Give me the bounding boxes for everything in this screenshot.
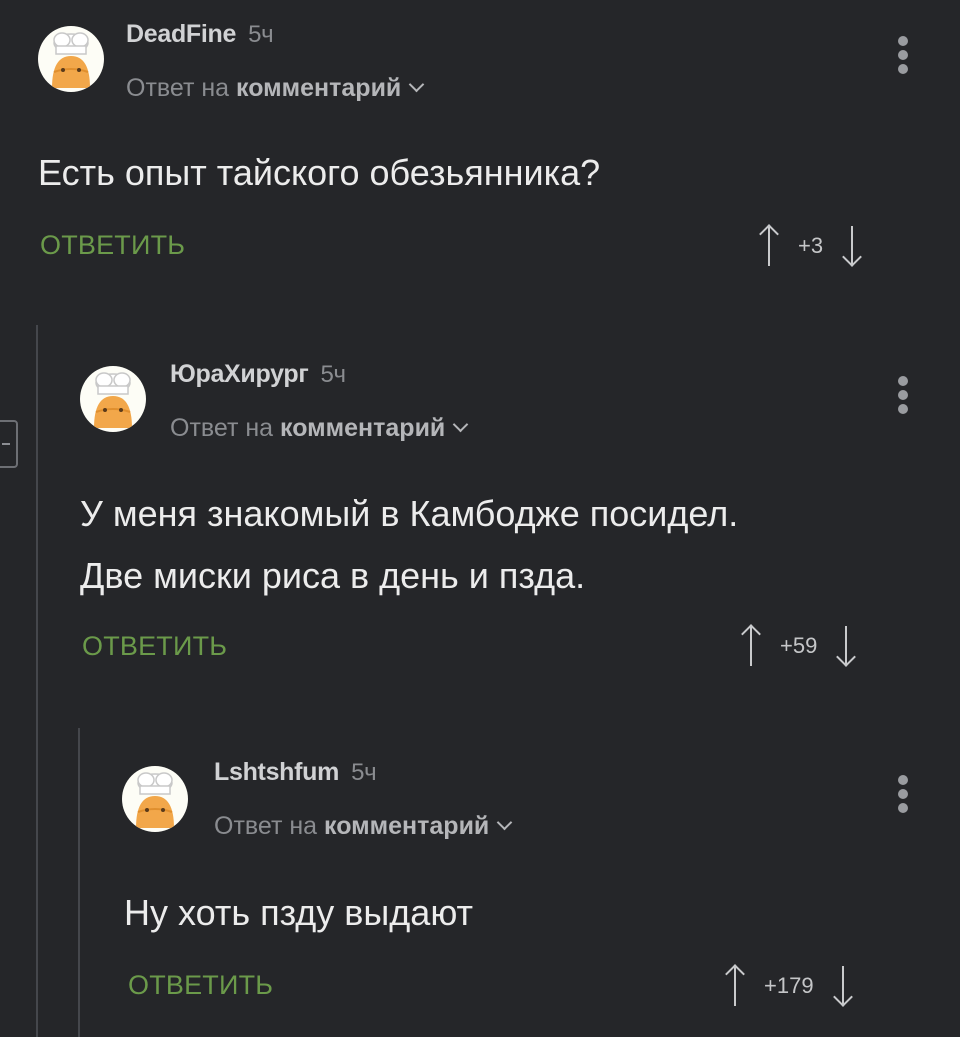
reply-to-label: Ответ на [214,812,318,840]
author-name[interactable]: Lshtshfum [214,758,339,786]
vote-controls: +179 [724,962,854,1010]
chef-avatar-icon[interactable] [38,26,104,92]
comment-time: 5ч [248,21,274,48]
comment-text-line: Ну хоть пзду выдают [124,892,474,933]
reply-to-link[interactable]: Ответ на комментарий [126,74,425,103]
thread-line-level-2 [78,728,80,1037]
chef-avatar-icon[interactable] [122,766,188,832]
vote-controls: +59 [740,622,857,670]
reply-to-label: Ответ на [170,414,274,442]
comment: DeadFine 5ч Ответ на комментарий Есть опы… [38,0,960,300]
arrow-up-icon[interactable] [758,224,780,268]
reply-button[interactable]: ОТВЕТИТЬ [128,970,273,1001]
comment-text-line: Две миски риса в день и пзда. [80,555,586,596]
arrow-up-icon[interactable] [740,624,762,668]
arrow-down-icon[interactable] [841,224,863,268]
comment-time: 5ч [320,361,347,388]
reply-button[interactable]: ОТВЕТИТЬ [82,631,227,662]
arrow-down-icon[interactable] [835,624,857,668]
collapse-thread-icon[interactable] [0,420,18,468]
chevron-down-icon[interactable] [497,814,513,831]
chef-avatar-icon[interactable] [80,366,146,432]
chevron-down-icon[interactable] [409,76,425,93]
vote-controls: +3 [758,222,863,270]
reply-to-link[interactable]: Ответ на комментарий [170,414,469,443]
comment: ЮраХирург 5ч Ответ на комментарий У меня … [80,340,960,700]
more-vertical-icon[interactable] [898,775,908,815]
comment-text: Ну хоть пзду выдают [124,882,473,944]
comment-time: 5ч [351,759,377,786]
comment-text: У меня знакомый в Камбодже посидел. Две … [80,483,738,607]
author-name[interactable]: DeadFine [126,20,236,48]
more-vertical-icon[interactable] [898,36,908,76]
more-vertical-icon[interactable] [898,376,908,416]
chevron-down-icon[interactable] [453,416,469,433]
comment-author[interactable]: ЮраХирург 5ч [170,360,346,389]
rating-value: +3 [798,233,824,258]
reply-to-target[interactable]: комментарий [324,812,489,840]
comment: Lshtshfum 5ч Ответ на комментарий Ну хоть… [122,740,960,1037]
reply-to-label: Ответ на [126,74,230,102]
author-name[interactable]: ЮраХирург [170,360,309,388]
arrow-up-icon[interactable] [724,964,746,1008]
comment-author[interactable]: Lshtshfum 5ч [214,758,377,787]
comment-text-line: Есть опыт тайского обезьянника? [38,152,601,193]
reply-to-target[interactable]: комментарий [280,414,445,442]
reply-to-link[interactable]: Ответ на комментарий [214,812,513,841]
reply-to-target[interactable]: комментарий [236,74,401,102]
comment-text-line: У меня знакомый в Камбодже посидел. [80,493,739,534]
comment-author[interactable]: DeadFine 5ч [126,20,274,49]
rating-value: +179 [764,973,814,998]
reply-button[interactable]: ОТВЕТИТЬ [40,230,185,261]
rating-value: +59 [780,633,818,658]
thread-line-level-1 [36,325,38,1037]
comment-text: Есть опыт тайского обезьянника? [38,142,600,204]
arrow-down-icon[interactable] [832,964,854,1008]
